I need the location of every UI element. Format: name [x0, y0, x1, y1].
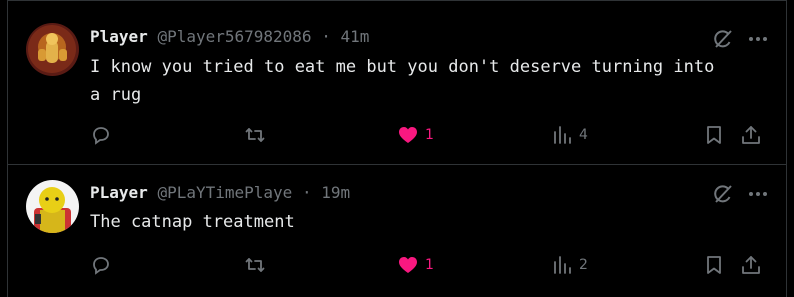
post-header: Player @Player567982086 · 41m: [90, 26, 369, 48]
share-icon: [742, 126, 760, 144]
share-button[interactable]: [740, 252, 762, 278]
like-count: 1: [425, 257, 434, 273]
grok-icon[interactable]: [710, 181, 736, 207]
repost-button[interactable]: [244, 122, 266, 148]
bookmark-button[interactable]: [703, 122, 725, 148]
bookmark-icon: [707, 126, 721, 144]
reply-button[interactable]: [90, 122, 112, 148]
view-count: 4: [579, 127, 588, 143]
separator-dot: ·: [321, 27, 331, 46]
share-button[interactable]: [740, 122, 762, 148]
grok-icon[interactable]: [710, 26, 736, 52]
views-button[interactable]: 2: [551, 252, 588, 278]
author-name[interactable]: PLayer: [90, 183, 148, 202]
like-count: 1: [425, 127, 434, 143]
author-name[interactable]: Player: [90, 27, 148, 46]
reply-button[interactable]: [90, 252, 112, 278]
heart-icon: [399, 257, 417, 273]
reply-icon: [93, 127, 109, 145]
post-actions: 1 4: [90, 122, 770, 148]
post-header: PLayer @PLaYTimePlaye · 19m: [90, 182, 350, 204]
repost-button[interactable]: [244, 252, 266, 278]
post-text: The catnap treatment: [90, 212, 295, 232]
author-handle[interactable]: @Player567982086: [157, 27, 311, 46]
repost-icon: [245, 258, 265, 272]
more-options-icon[interactable]: [745, 181, 771, 207]
heart-icon: [399, 127, 417, 143]
post-time[interactable]: 19m: [321, 183, 350, 202]
views-icon: [554, 126, 571, 144]
author-handle[interactable]: @PLaYTimePlaye: [157, 183, 292, 202]
avatar[interactable]: [26, 23, 79, 76]
post-time[interactable]: 41m: [340, 27, 369, 46]
views-button[interactable]: 4: [551, 122, 588, 148]
post[interactable]: Player @Player567982086 · 41m I know you…: [7, 0, 787, 165]
avatar[interactable]: [26, 180, 79, 233]
repost-icon: [245, 128, 265, 142]
like-button[interactable]: 1: [397, 122, 434, 148]
separator-dot: ·: [301, 183, 312, 202]
bookmark-button[interactable]: [703, 252, 725, 278]
like-button[interactable]: 1: [397, 252, 434, 278]
post[interactable]: PLayer @PLaYTimePlaye · 19m The catnap t…: [7, 165, 787, 297]
bookmark-icon: [707, 256, 721, 274]
more-options-icon[interactable]: [745, 26, 771, 52]
views-icon: [554, 256, 571, 274]
share-icon: [742, 256, 760, 274]
post-actions: 1 2: [90, 252, 770, 278]
post-text: I know you tried to eat me but you don't…: [90, 57, 715, 105]
reply-icon: [93, 257, 109, 275]
view-count: 2: [579, 257, 588, 273]
